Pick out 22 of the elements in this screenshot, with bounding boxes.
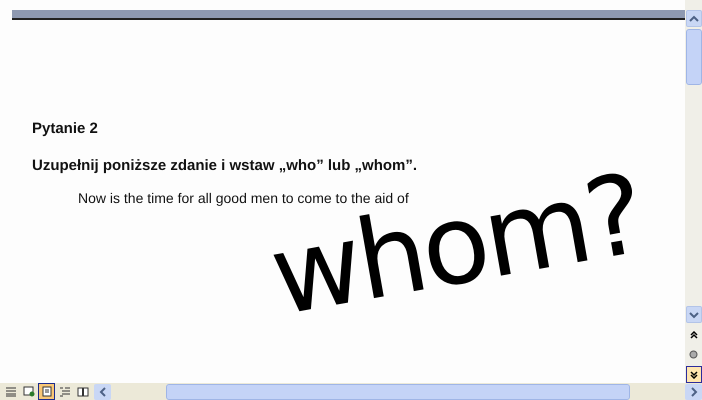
chevron-left-icon bbox=[98, 386, 106, 396]
scroll-up-button[interactable] bbox=[686, 10, 702, 27]
scroll-thumb[interactable] bbox=[686, 29, 702, 85]
scroll-left-button[interactable] bbox=[94, 384, 111, 400]
outline-view-icon bbox=[58, 386, 70, 397]
web-view-icon bbox=[22, 386, 34, 397]
next-page-button[interactable] bbox=[686, 366, 702, 383]
double-down-icon bbox=[690, 370, 698, 378]
scroll-down-button[interactable] bbox=[686, 306, 702, 323]
circle-icon bbox=[689, 350, 698, 359]
question-heading: Pytanie 2 bbox=[32, 120, 99, 137]
chevron-down-icon bbox=[688, 310, 698, 318]
horizontal-scroll-thumb[interactable] bbox=[166, 384, 630, 400]
chevron-up-icon bbox=[688, 14, 698, 22]
print-view-button[interactable] bbox=[38, 383, 55, 400]
normal-view-icon bbox=[4, 386, 16, 397]
print-view-icon bbox=[40, 386, 52, 397]
reading-view-icon bbox=[76, 386, 88, 397]
double-up-icon bbox=[690, 330, 698, 338]
chevron-right-icon bbox=[690, 386, 698, 396]
question-instruction: Uzupełnij poniższe zdanie i wstaw „who” lub „whom”. bbox=[32, 157, 418, 174]
scroll-right-button[interactable] bbox=[685, 384, 702, 400]
